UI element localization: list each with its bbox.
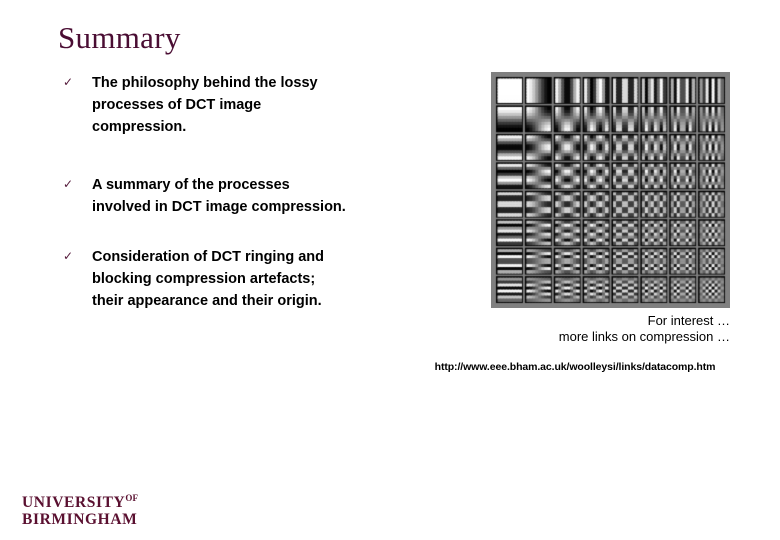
figure-caption: For interest … more links on compression…	[420, 313, 730, 345]
list-item-text: The philosophy behind the lossy processe…	[92, 75, 318, 135]
list-item: ✓ A summary of the processes involved in…	[60, 174, 410, 218]
dct-basis-canvas	[491, 72, 730, 308]
list-item: ✓ The philosophy behind the lossy proces…	[60, 72, 410, 138]
checkmark-icon: ✓	[63, 177, 74, 191]
slide-canvas: Summary ✓ The philosophy behind the loss…	[0, 0, 780, 540]
caption-line-1: For interest …	[647, 313, 730, 328]
page-title: Summary	[58, 20, 181, 55]
logo-text-university: UNIVERSITY	[22, 494, 126, 512]
logo-text-of: OF	[125, 493, 139, 503]
list-item: ✓ Consideration of DCT ringing and block…	[60, 246, 410, 312]
checkmark-icon: ✓	[63, 249, 74, 263]
list-item-text: Consideration of DCT ringing and blockin…	[92, 249, 324, 309]
list-item-text: A summary of the processes involved in D…	[92, 177, 346, 215]
university-logo: UNIVERSITYOF BIRMINGHAM	[22, 490, 138, 528]
caption-line-2: more links on compression …	[558, 329, 730, 344]
bullet-list: ✓ The philosophy behind the lossy proces…	[60, 72, 410, 336]
reference-url[interactable]: http://www.eee.bham.ac.uk/woolleysi/link…	[420, 360, 730, 374]
logo-line-university: UNIVERSITYOF	[22, 490, 138, 511]
logo-text-birmingham: BIRMINGHAM	[22, 511, 138, 529]
dct-basis-image	[491, 72, 730, 308]
checkmark-icon: ✓	[63, 75, 74, 89]
